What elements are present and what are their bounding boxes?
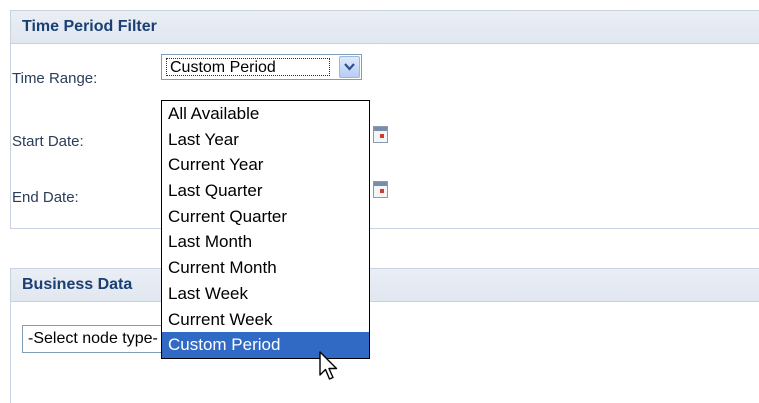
arrow-cursor-icon bbox=[319, 351, 338, 380]
dropdown-button[interactable] bbox=[339, 56, 360, 78]
time-range-select[interactable]: Custom Period bbox=[161, 54, 362, 80]
chevron-down-icon bbox=[344, 63, 355, 71]
business-data-title: Business Data bbox=[11, 269, 759, 302]
option-last-quarter[interactable]: Last Quarter bbox=[162, 178, 369, 204]
option-current-week[interactable]: Current Week bbox=[162, 307, 369, 333]
time-period-filter-title: Time Period Filter bbox=[11, 11, 759, 44]
option-current-quarter[interactable]: Current Quarter bbox=[162, 204, 369, 230]
option-last-month[interactable]: Last Month bbox=[162, 229, 369, 255]
time-range-selected-value: Custom Period bbox=[166, 58, 330, 76]
time-range-options-list: All Available Last Year Current Year Las… bbox=[161, 100, 370, 359]
option-last-year[interactable]: Last Year bbox=[162, 127, 369, 153]
option-last-week[interactable]: Last Week bbox=[162, 281, 369, 307]
option-current-year[interactable]: Current Year bbox=[162, 152, 369, 178]
start-date-label: Start Date: bbox=[12, 133, 84, 150]
option-current-month[interactable]: Current Month bbox=[162, 255, 369, 281]
end-date-label: End Date: bbox=[12, 189, 79, 206]
option-all-available[interactable]: All Available bbox=[162, 101, 369, 127]
calendar-icon[interactable] bbox=[373, 126, 388, 143]
time-range-label: Time Range: bbox=[12, 70, 98, 87]
calendar-icon[interactable] bbox=[373, 181, 388, 198]
